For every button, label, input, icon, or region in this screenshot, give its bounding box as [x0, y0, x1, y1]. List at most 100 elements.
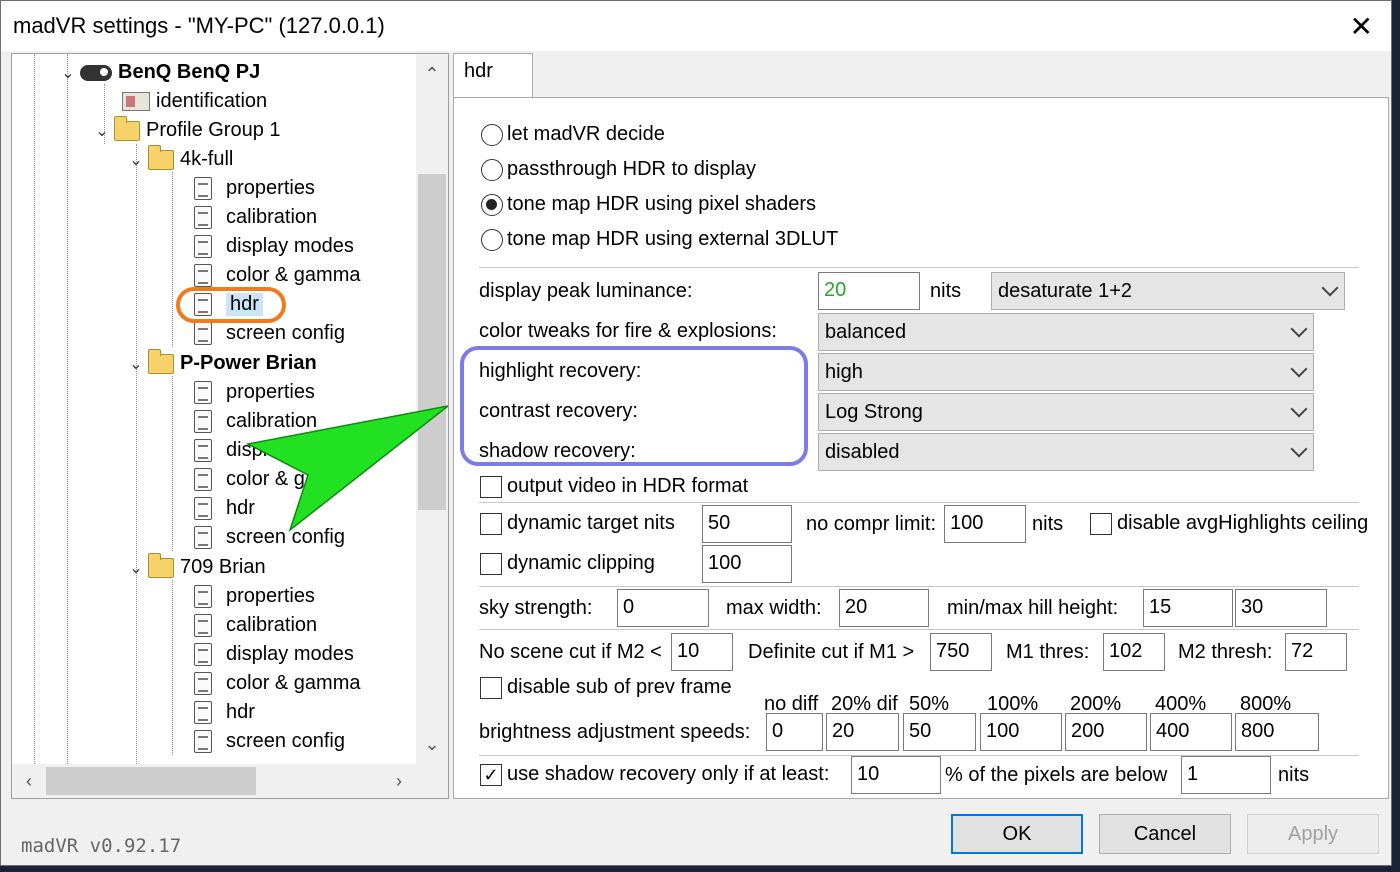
radio-tone-map-pixel-shaders[interactable]: tone map HDR using pixel shaders — [481, 193, 816, 216]
tree-horizontal-scrollbar[interactable]: ‹ › — [12, 764, 416, 798]
tree-item[interactable]: calibration — [194, 203, 317, 232]
speed-input[interactable]: 20 — [826, 713, 899, 751]
speed-input[interactable]: 800 — [1235, 713, 1319, 751]
tree-item[interactable]: hdr — [194, 494, 255, 523]
tree-device-node[interactable]: ⌄ BenQ BenQ PJ — [56, 58, 260, 87]
dynamic-target-nits-checkbox[interactable]: dynamic target nits — [480, 512, 675, 535]
disable-avghighlights-checkbox[interactable]: disable avgHighlights ceiling — [1090, 512, 1368, 535]
shadow-pixels-percent-input[interactable]: 10 — [851, 756, 941, 794]
tree-item[interactable]: hdr — [194, 698, 255, 727]
dynamic-clipping-input[interactable]: 100 — [702, 545, 792, 583]
shadow-recovery-dropdown[interactable]: disabled — [818, 433, 1314, 471]
tree-profile-group[interactable]: ⌄ Profile Group 1 — [90, 115, 281, 145]
tree-item-label: properties — [226, 177, 315, 199]
folder-icon — [114, 115, 140, 141]
hill-min-input[interactable]: 15 — [1143, 589, 1233, 627]
scrollbar-thumb[interactable] — [418, 174, 446, 510]
radio-let-madvr-decide[interactable]: let madVR decide — [481, 123, 665, 146]
output-hdr-checkbox[interactable]: output video in HDR format — [480, 475, 748, 498]
tree-group-709-brian[interactable]: ⌄ 709 Brian — [124, 552, 266, 582]
hill-height-label: min/max hill height: — [947, 597, 1119, 619]
m2-thresh-input[interactable]: 72 — [1285, 633, 1347, 671]
tree-item[interactable]: color & gamma — [194, 261, 361, 290]
contrast-recovery-dropdown[interactable]: Log Strong — [818, 393, 1314, 431]
peak-unit-label: nits — [930, 280, 962, 302]
checkbox[interactable] — [480, 475, 502, 498]
tree-item-label: screen config — [226, 526, 345, 548]
tree-group-4k-full[interactable]: ⌄ 4k-full — [124, 144, 233, 174]
speed-input[interactable]: 200 — [1065, 713, 1147, 751]
chevron-down-icon[interactable]: ⌄ — [124, 354, 148, 374]
definite-cut-m1-input[interactable]: 750 — [930, 633, 992, 671]
checkbox[interactable] — [480, 676, 502, 699]
radio-button[interactable] — [481, 193, 503, 216]
peak-luminance-input[interactable]: 20 — [818, 272, 920, 310]
tree-item[interactable]: calibration — [194, 611, 317, 640]
tree-item[interactable]: screen config — [194, 319, 345, 348]
peak-mode-dropdown[interactable]: desaturate 1+2 — [991, 272, 1345, 310]
chevron-down-icon[interactable]: ⌄ — [124, 150, 148, 170]
tree-item[interactable]: color & gamma — [194, 669, 361, 698]
tree-item[interactable]: calibration — [194, 407, 317, 436]
disable-sub-prev-frame-checkbox[interactable]: disable sub of prev frame — [480, 676, 732, 699]
max-width-input[interactable]: 20 — [839, 589, 929, 627]
fire-tweaks-dropdown[interactable]: balanced — [818, 313, 1314, 351]
speed-input[interactable]: 100 — [980, 713, 1062, 751]
shadow-nits-input[interactable]: 1 — [1181, 756, 1271, 794]
tab-hdr[interactable]: hdr — [453, 53, 533, 99]
speed-input[interactable]: 400 — [1150, 713, 1232, 751]
chevron-down-icon[interactable]: ⌄ — [56, 63, 80, 83]
scroll-up-icon[interactable]: ⌃ — [416, 58, 448, 90]
tree-item[interactable]: properties — [194, 378, 315, 407]
dynamic-target-nits-input[interactable]: 50 — [702, 505, 792, 543]
ok-button[interactable]: OK — [951, 814, 1083, 854]
radio-button[interactable] — [481, 123, 503, 146]
tree-item[interactable]: properties — [194, 582, 315, 611]
radio-passthrough-hdr[interactable]: passthrough HDR to display — [481, 158, 756, 181]
page-icon — [194, 410, 212, 433]
scroll-right-icon[interactable]: › — [384, 764, 414, 798]
sky-strength-input[interactable]: 0 — [617, 589, 709, 627]
checkbox[interactable]: ✓ — [480, 763, 502, 786]
chevron-down-icon[interactable]: ⌄ — [124, 558, 148, 578]
page-icon — [194, 701, 212, 724]
tree-item[interactable]: display modes — [194, 232, 354, 261]
radio-button[interactable] — [481, 158, 503, 181]
tree-group-p-power-brian[interactable]: ⌄ P-Power Brian — [124, 348, 317, 378]
shadow-recovery-only-checkbox[interactable]: ✓ use shadow recovery only if at least: — [480, 763, 829, 786]
dynamic-clipping-checkbox[interactable]: dynamic clipping — [480, 552, 655, 575]
tree-item[interactable]: display modes — [194, 640, 354, 669]
page-icon — [194, 614, 212, 637]
tree-vertical-scrollbar[interactable]: ⌃ ⌄ — [416, 54, 448, 764]
radio-button[interactable] — [481, 228, 503, 251]
scrollbar-thumb[interactable] — [46, 767, 256, 795]
tree-item[interactable]: screen config — [194, 523, 345, 552]
tree-item[interactable]: screen config — [194, 727, 345, 756]
tree-item[interactable]: displ — [194, 436, 267, 465]
page-icon — [194, 177, 212, 200]
tree-identification[interactable]: identification — [122, 87, 267, 116]
radio-tone-map-3dlut[interactable]: tone map HDR using external 3DLUT — [481, 228, 838, 251]
m1-thres-input[interactable]: 102 — [1103, 633, 1165, 671]
chevron-down-icon[interactable]: ⌄ — [90, 121, 114, 141]
scroll-left-icon[interactable]: ‹ — [14, 764, 44, 798]
cancel-button[interactable]: Cancel — [1099, 814, 1231, 854]
scene-cut-m2-label: No scene cut if M2 < — [479, 641, 662, 663]
tree-item[interactable]: color & g — [194, 465, 305, 494]
scroll-down-icon[interactable]: ⌄ — [416, 728, 448, 760]
hill-max-input[interactable]: 30 — [1235, 589, 1327, 627]
no-compr-limit-input[interactable]: 100 — [944, 505, 1026, 543]
speed-input[interactable]: 0 — [766, 713, 823, 751]
close-icon[interactable]: ✕ — [1350, 10, 1373, 43]
divider — [479, 629, 1359, 630]
tree-item-label: hdr — [226, 701, 255, 723]
scene-cut-m2-input[interactable]: 10 — [671, 633, 733, 671]
tree-item[interactable]: properties — [194, 174, 315, 203]
apply-button[interactable]: Apply — [1247, 814, 1379, 854]
highlight-recovery-dropdown[interactable]: high — [818, 353, 1314, 391]
checkbox[interactable] — [480, 552, 502, 575]
speed-input[interactable]: 50 — [903, 713, 976, 751]
checkbox[interactable] — [480, 512, 502, 535]
checkbox[interactable] — [1090, 512, 1112, 535]
page-icon — [194, 526, 212, 549]
